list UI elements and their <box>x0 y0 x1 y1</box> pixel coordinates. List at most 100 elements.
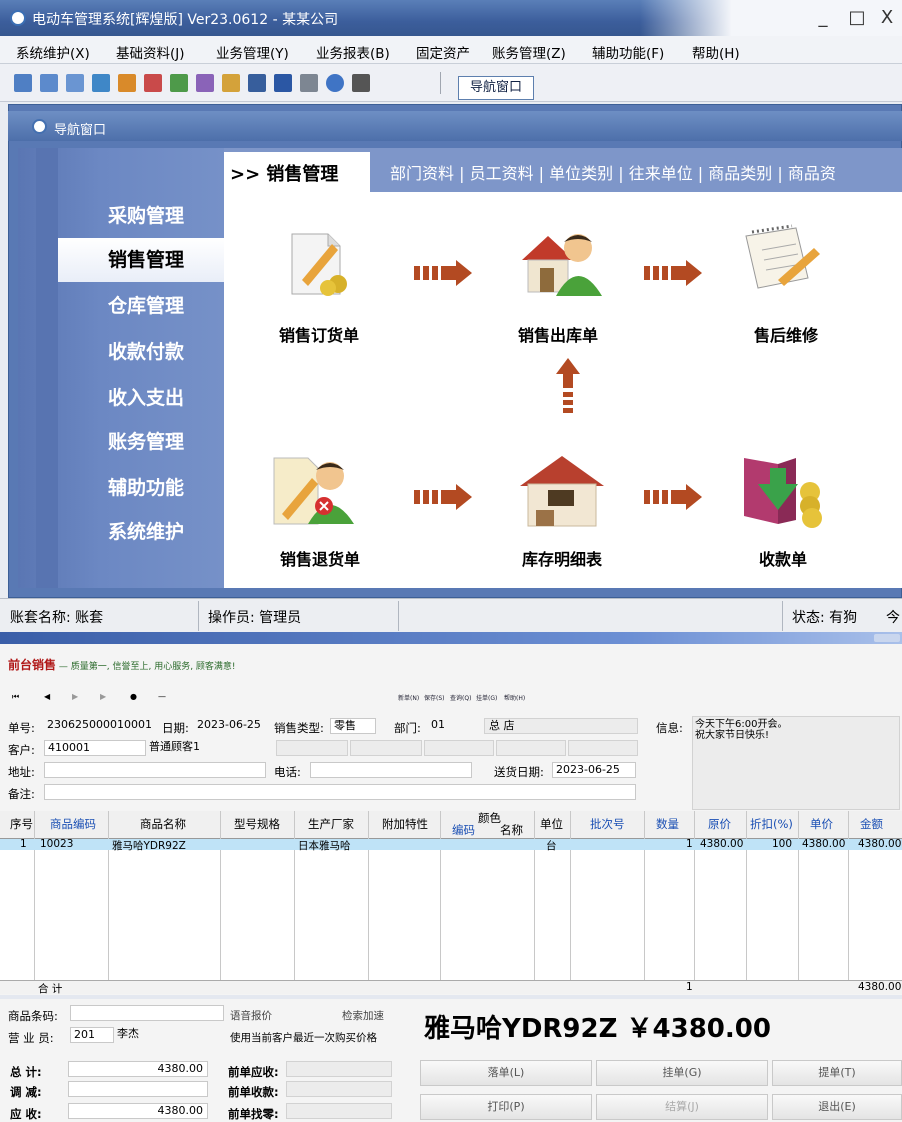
menu-report[interactable]: 业务报表(B) <box>316 42 390 62</box>
date-field[interactable]: 2023-06-25 <box>194 718 264 734</box>
menu-assets[interactable]: 固定资产 <box>416 42 470 62</box>
pos-link-hang[interactable]: 挂单(G) <box>476 693 497 702</box>
maximize-button[interactable]: □ <box>840 6 874 30</box>
nav-item-payment[interactable]: 收款付款 <box>58 330 242 374</box>
folder-icon[interactable] <box>222 74 240 92</box>
menu-accounts[interactable]: 账务管理(Z) <box>492 42 566 62</box>
voice-checkbox[interactable]: 语音报价 <box>230 1008 272 1023</box>
sales-order-label[interactable]: 销售订货单 <box>264 322 374 346</box>
menu-system[interactable]: 系统维护(X) <box>16 42 90 62</box>
cell-name[interactable]: 雅马哈YDR92Z <box>112 838 186 853</box>
save-icon[interactable] <box>274 74 292 92</box>
users-icon[interactable] <box>170 74 188 92</box>
menu-help[interactable]: 帮助(H) <box>692 42 740 62</box>
minimize-button[interactable]: _ <box>806 6 840 30</box>
sales-return-icon[interactable] <box>270 454 356 528</box>
last-price-checkbox[interactable]: 使用当前客户最近一次购买价格 <box>230 1030 377 1045</box>
after-sales-icon[interactable] <box>738 222 824 296</box>
after-sales-label[interactable]: 售后维修 <box>736 322 836 346</box>
search-speed-checkbox[interactable]: 检索加速 <box>342 1008 384 1023</box>
order-no-field[interactable]: 230625000010001 <box>44 718 154 734</box>
pos-link-query[interactable]: 查询(Q) <box>450 693 471 702</box>
col-orig-price[interactable]: 原价 <box>708 816 731 832</box>
horizontal-scrollbar[interactable] <box>0 995 902 999</box>
menu-aux[interactable]: 辅助功能(F) <box>592 42 664 62</box>
sales-out-label[interactable]: 销售出库单 <box>496 322 620 346</box>
sales-return-label[interactable]: 销售退货单 <box>258 546 382 570</box>
col-batch[interactable]: 批次号 <box>590 816 625 832</box>
adjust-field[interactable] <box>68 1081 208 1097</box>
tab-sales[interactable]: >> 销售管理 <box>224 152 370 192</box>
form-icon[interactable] <box>92 74 110 92</box>
col-discount[interactable]: 折扣(%) <box>750 816 793 832</box>
sale-type-select[interactable]: 零售 <box>330 718 376 734</box>
barcode-input[interactable] <box>70 1005 224 1021</box>
col-code[interactable]: 商品编码 <box>50 816 96 832</box>
remove-record-icon[interactable]: — <box>158 692 166 701</box>
next-record-icon[interactable]: ▶ <box>100 692 106 701</box>
monitor-icon[interactable] <box>248 74 266 92</box>
warehouse-icon[interactable] <box>520 454 604 528</box>
cell-price[interactable]: 4380.00 <box>802 838 845 850</box>
exit-button[interactable]: 退出(E) <box>772 1094 902 1120</box>
help-icon[interactable] <box>326 74 344 92</box>
print-icon[interactable] <box>300 74 318 92</box>
cell-code[interactable]: 10023 <box>40 838 73 850</box>
dept-code-field[interactable]: 01 <box>428 718 484 734</box>
delivery-date-field[interactable]: 2023-06-25 <box>552 762 636 778</box>
col-price[interactable]: 单价 <box>810 816 833 832</box>
nav-item-income[interactable]: 收入支出 <box>58 376 242 420</box>
hang-order-button[interactable]: 挂单(G) <box>596 1060 768 1086</box>
pos-link-save[interactable]: 保存(S) <box>424 693 445 702</box>
stock-detail-label[interactable]: 库存明细表 <box>502 546 622 570</box>
sales-order-icon[interactable] <box>288 230 348 298</box>
salesman-code[interactable]: 201 <box>70 1027 114 1043</box>
tab-links[interactable]: 部门资料 | 员工资料 | 单位类别 | 往来单位 | 商品类别 | 商品资 <box>390 160 836 184</box>
play-icon[interactable]: ▶ <box>72 692 78 701</box>
cell-orig-price[interactable]: 4380.00 <box>700 838 743 850</box>
exit-icon[interactable] <box>352 74 370 92</box>
close-button[interactable]: X <box>870 6 902 30</box>
fetch-order-button[interactable]: 提单(T) <box>772 1060 902 1086</box>
receipt-label[interactable]: 收款单 <box>738 546 828 570</box>
nav-item-warehouse[interactable]: 仓库管理 <box>58 284 242 328</box>
salesman-name: 李杰 <box>117 1027 139 1040</box>
menu-business[interactable]: 业务管理(Y) <box>216 42 289 62</box>
org-icon[interactable] <box>196 74 214 92</box>
nav-item-accounts[interactable]: 账务管理 <box>58 420 242 464</box>
nav-window-button[interactable]: 导航窗口 <box>458 76 534 100</box>
add-record-icon[interactable]: ● <box>130 692 137 701</box>
receipt-icon[interactable] <box>738 454 828 530</box>
take-order-button[interactable]: 落单(L) <box>420 1060 592 1086</box>
cell-qty[interactable]: 1 <box>686 838 693 850</box>
col-color: 颜色 <box>478 811 501 825</box>
first-record-icon[interactable]: ⏮ <box>12 692 19 702</box>
menu-basic[interactable]: 基础资料(J) <box>116 42 185 62</box>
nav-item-aux[interactable]: 辅助功能 <box>58 466 242 510</box>
col-qty[interactable]: 数量 <box>656 816 679 832</box>
list-icon[interactable] <box>40 74 58 92</box>
col-extra: 附加特性 <box>382 817 428 831</box>
print-button[interactable]: 打印(P) <box>420 1094 592 1120</box>
tools-icon[interactable] <box>144 74 162 92</box>
note-field[interactable] <box>44 784 636 800</box>
nav-item-sales[interactable]: 销售管理 <box>58 238 242 282</box>
nav-item-purchase[interactable]: 采购管理 <box>58 194 242 238</box>
address-field[interactable] <box>44 762 266 778</box>
pos-window-controls[interactable] <box>874 634 900 642</box>
col-color-code[interactable]: 编码 <box>452 822 475 838</box>
customer-code-field[interactable]: 410001 <box>44 740 146 756</box>
nav-item-system[interactable]: 系统维护 <box>58 510 242 554</box>
chart-icon[interactable] <box>118 74 136 92</box>
pos-titlebar <box>0 632 902 644</box>
pos-link-new[interactable]: 新单(N) <box>398 693 419 702</box>
grid-icon[interactable] <box>14 74 32 92</box>
pos-link-help[interactable]: 帮助(H) <box>504 693 525 702</box>
col-amount[interactable]: 金额 <box>860 816 883 832</box>
window-icon[interactable] <box>66 74 84 92</box>
cell-discount[interactable]: 100 <box>772 838 792 850</box>
prev-record-icon[interactable]: ◀ <box>44 692 50 701</box>
sales-out-icon[interactable] <box>518 226 606 298</box>
phone-field[interactable] <box>310 762 472 778</box>
settle-button[interactable]: 结算(J) <box>596 1094 768 1120</box>
